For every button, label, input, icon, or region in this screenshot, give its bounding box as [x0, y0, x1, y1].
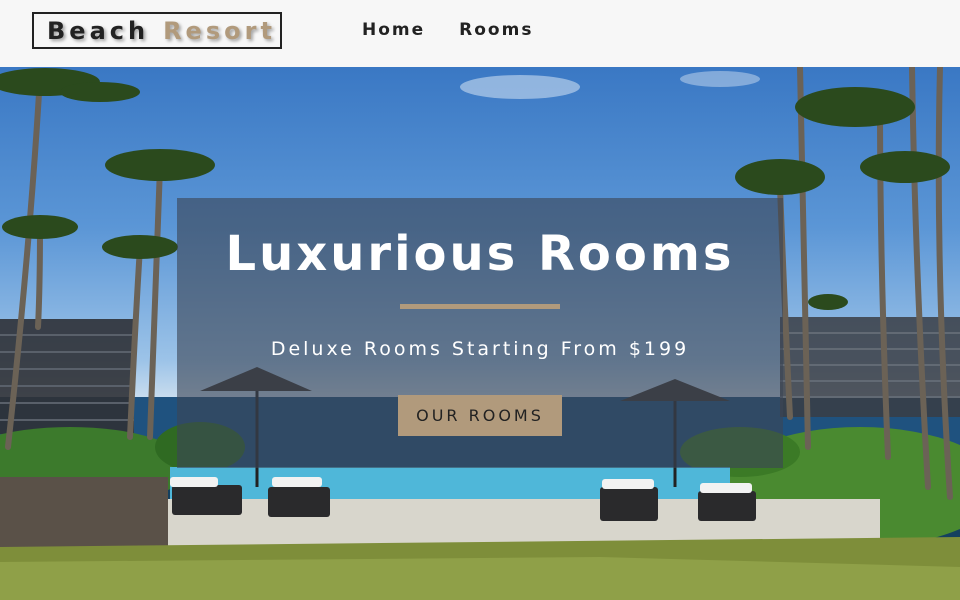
hero-section: Luxurious Rooms Deluxe Rooms Starting Fr…: [0, 67, 960, 600]
hero-title: Luxurious Rooms: [225, 226, 735, 282]
site-logo[interactable]: Beach Resort: [32, 12, 282, 49]
our-rooms-button[interactable]: OUR ROOMS: [398, 395, 562, 436]
hero-subtitle: Deluxe Rooms Starting From $199: [270, 338, 690, 360]
navbar: Beach Resort Home Rooms: [0, 0, 960, 67]
logo-word-beach: Beach: [47, 16, 150, 45]
nav-links: Home Rooms: [362, 20, 533, 40]
title-divider: [400, 304, 560, 309]
nav-link-home[interactable]: Home: [362, 20, 425, 40]
logo-word-resort: Resort: [163, 16, 276, 45]
hero-banner: Luxurious Rooms Deluxe Rooms Starting Fr…: [177, 198, 783, 468]
nav-link-rooms[interactable]: Rooms: [459, 20, 533, 40]
